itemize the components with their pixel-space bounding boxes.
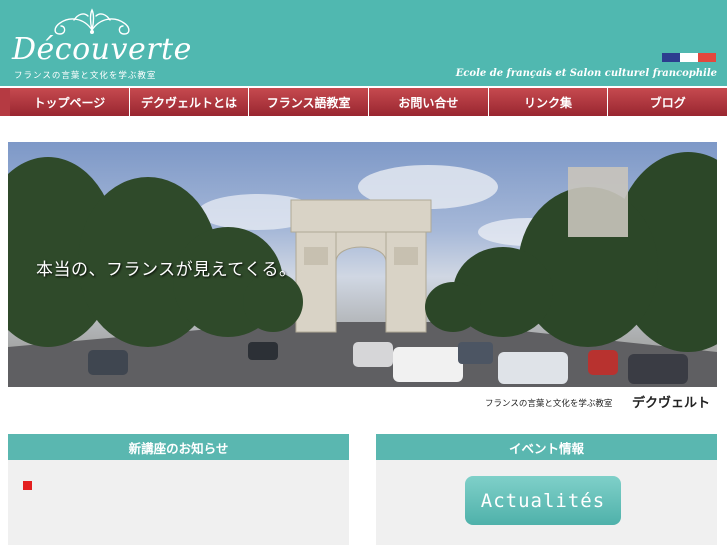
nav-item-links[interactable]: リンク集 [488,88,609,116]
school-name: デクヴェルト [632,396,711,411]
new-course-box: 新講座のお知らせ [8,434,349,545]
logo-subtitle: フランスの言葉と文化を学ぶ教室 [14,71,157,81]
bullet-icon [23,481,32,490]
hero-caption: 本当の、フランスが見えてくる。 [36,260,297,280]
nav-item-top-page[interactable]: トップページ [0,88,130,116]
new-course-title: 新講座のお知らせ [8,434,349,460]
actualites-button[interactable]: Actualités [465,476,621,525]
nav-item-blog[interactable]: ブログ [608,88,727,116]
school-description: フランスの言葉と文化を学ぶ教室 [485,399,613,409]
event-info-title: イベント情報 [376,434,717,460]
nav-item-about[interactable]: デクヴェルトとは [129,88,250,116]
header-tagline: Ecole de français et Salon culturel fran… [455,68,717,79]
french-flag-icon [662,53,716,62]
hero-image: 本当の、フランスが見えてくる。 [8,142,717,387]
nav-item-contact[interactable]: お問い合せ [369,88,489,116]
nav-item-french-class[interactable]: フランス語教室 [249,88,370,116]
main-nav: トップページ デクヴェルトとは フランス語教室 お問い合せ リンク集 ブログ [0,88,727,116]
site-logo[interactable]: Découverte [12,32,192,67]
event-info-box: イベント情報 Actualités [376,434,717,545]
site-header: Découverte フランスの言葉と文化を学ぶ教室 Ecole de fran… [0,0,727,86]
